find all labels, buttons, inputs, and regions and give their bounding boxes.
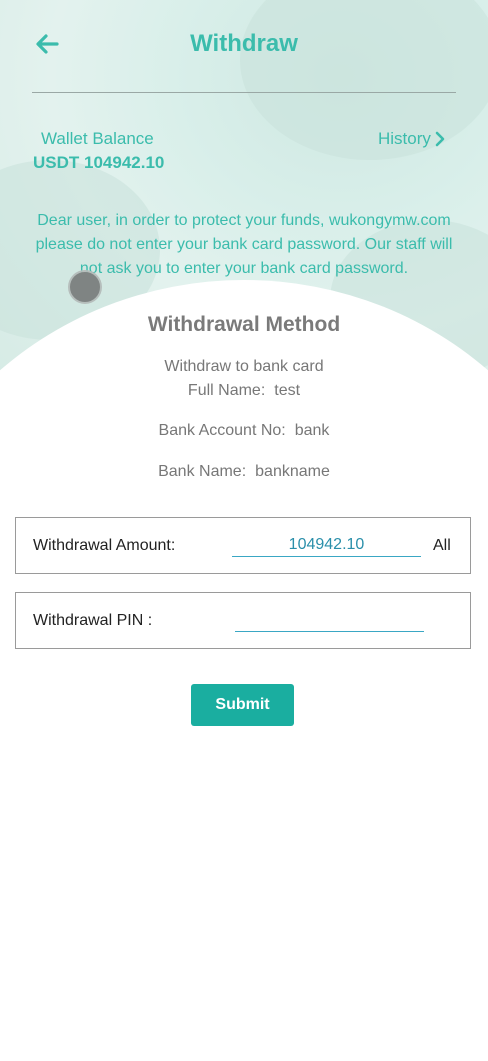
submit-button[interactable]: Submit: [191, 684, 294, 726]
bank-name-value: bankname: [255, 463, 330, 480]
all-button[interactable]: All: [433, 537, 451, 555]
withdraw-type: Withdraw to bank card: [164, 358, 324, 375]
security-notice: Dear user, in order to protect your fund…: [35, 212, 453, 277]
withdrawal-amount-row: Withdrawal Amount: All: [15, 517, 471, 574]
full-name-row: Full Name: test: [0, 382, 488, 400]
account-row: Bank Account No: bank: [0, 422, 488, 440]
page-title: Withdraw: [190, 30, 298, 57]
full-name-label: Full Name:: [187, 382, 266, 399]
withdrawal-amount-label: Withdrawal Amount:: [33, 537, 176, 554]
full-name-value: test: [274, 382, 301, 399]
bank-name-label: Bank Name:: [158, 463, 247, 480]
withdrawal-pin-row: Withdrawal PIN :: [15, 592, 471, 649]
chevron-right-icon: [435, 131, 445, 147]
history-link[interactable]: History: [378, 129, 445, 149]
cursor-indicator: [68, 270, 102, 304]
account-value: bank: [294, 422, 330, 439]
withdrawal-amount-input[interactable]: [232, 534, 421, 557]
wallet-balance-value: USDT 104942.10: [33, 153, 165, 172]
withdrawal-method-title: Withdrawal Method: [147, 313, 341, 336]
withdrawal-pin-label: Withdrawal PIN :: [33, 612, 153, 629]
account-label: Bank Account No:: [158, 422, 286, 439]
wallet-balance-label: Wallet Balance: [41, 129, 154, 148]
header-divider: [32, 92, 456, 93]
withdrawal-pin-input[interactable]: [235, 609, 424, 632]
app-header: Withdraw: [0, 0, 488, 92]
history-label: History: [378, 129, 431, 148]
bank-name-row: Bank Name: bankname: [0, 463, 488, 481]
